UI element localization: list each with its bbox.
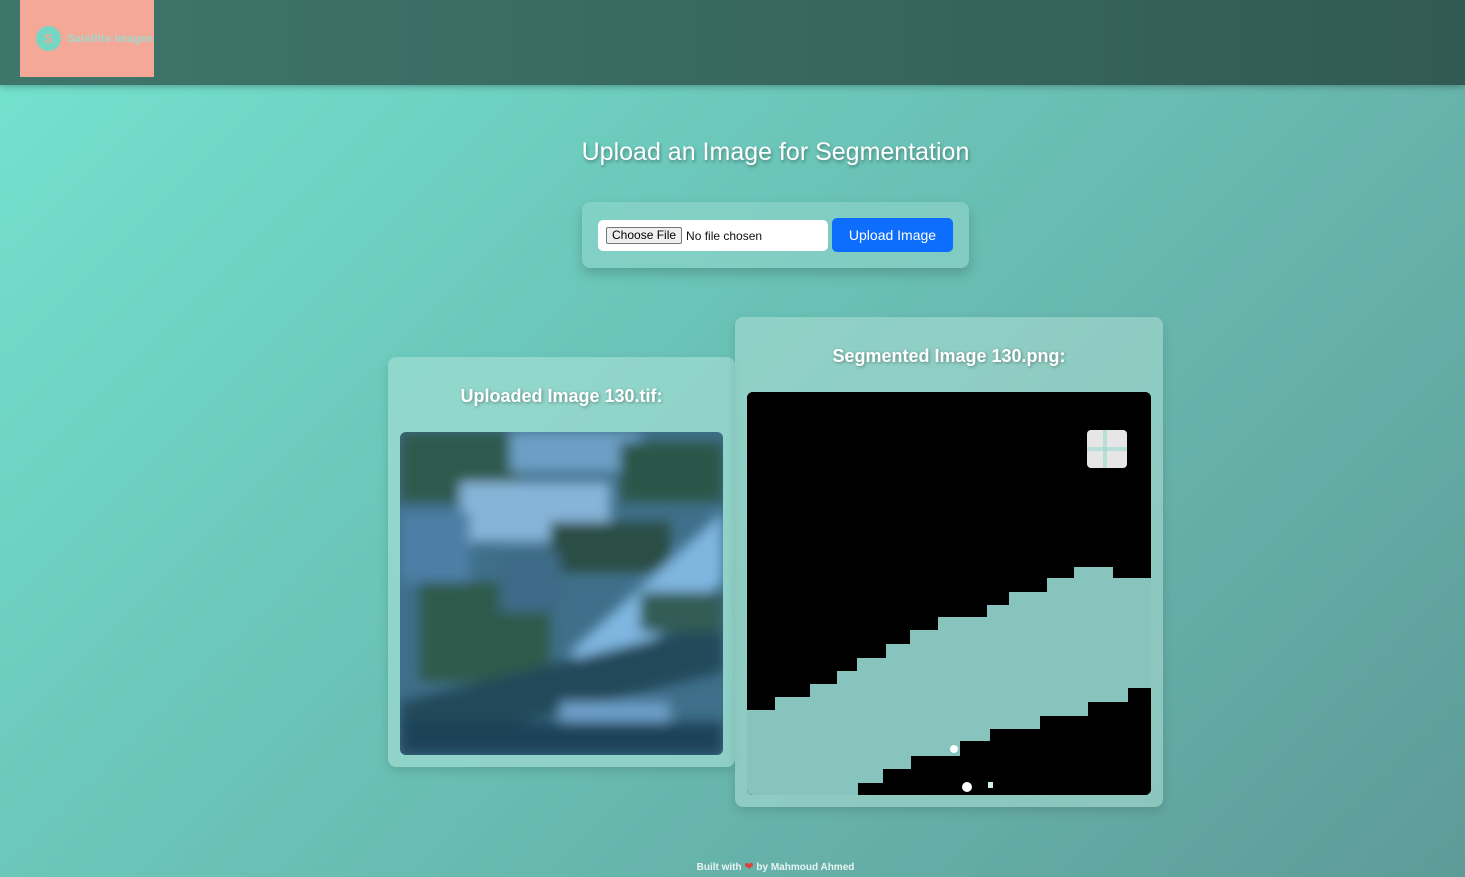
segmented-image [747,392,1151,795]
upload-form: Choose File No file chosen Upload Image [582,202,969,268]
top-navbar: S Satellite Images [0,0,1465,85]
choose-file-button[interactable]: Choose File [606,227,683,244]
segmented-image-title: Segmented Image 130.png: [832,346,1066,366]
file-input[interactable]: Choose File No file chosen [598,220,828,251]
uploaded-image-card: Uploaded Image 130.tif: [388,357,735,767]
footer-prefix: Built with [696,862,742,873]
uploaded-image [400,432,723,755]
footer: Built with ❤ by Mahmoud Ahmed [0,860,1465,873]
logo-mark-icon: S [36,26,61,51]
logo-text: Satellite Images [67,32,154,45]
segmented-image-card: Segmented Image 130.png: [735,317,1163,807]
page-title: Upload an Image for Segmentation [581,138,970,166]
heart-icon: ❤ [744,861,754,873]
upload-image-button[interactable]: Upload Image [832,218,953,252]
logo[interactable]: S Satellite Images [20,0,154,77]
uploaded-image-title: Uploaded Image 130.tif: [460,386,663,406]
file-status-text: No file chosen [686,228,763,243]
footer-suffix: by Mahmoud Ahmed [756,862,855,873]
